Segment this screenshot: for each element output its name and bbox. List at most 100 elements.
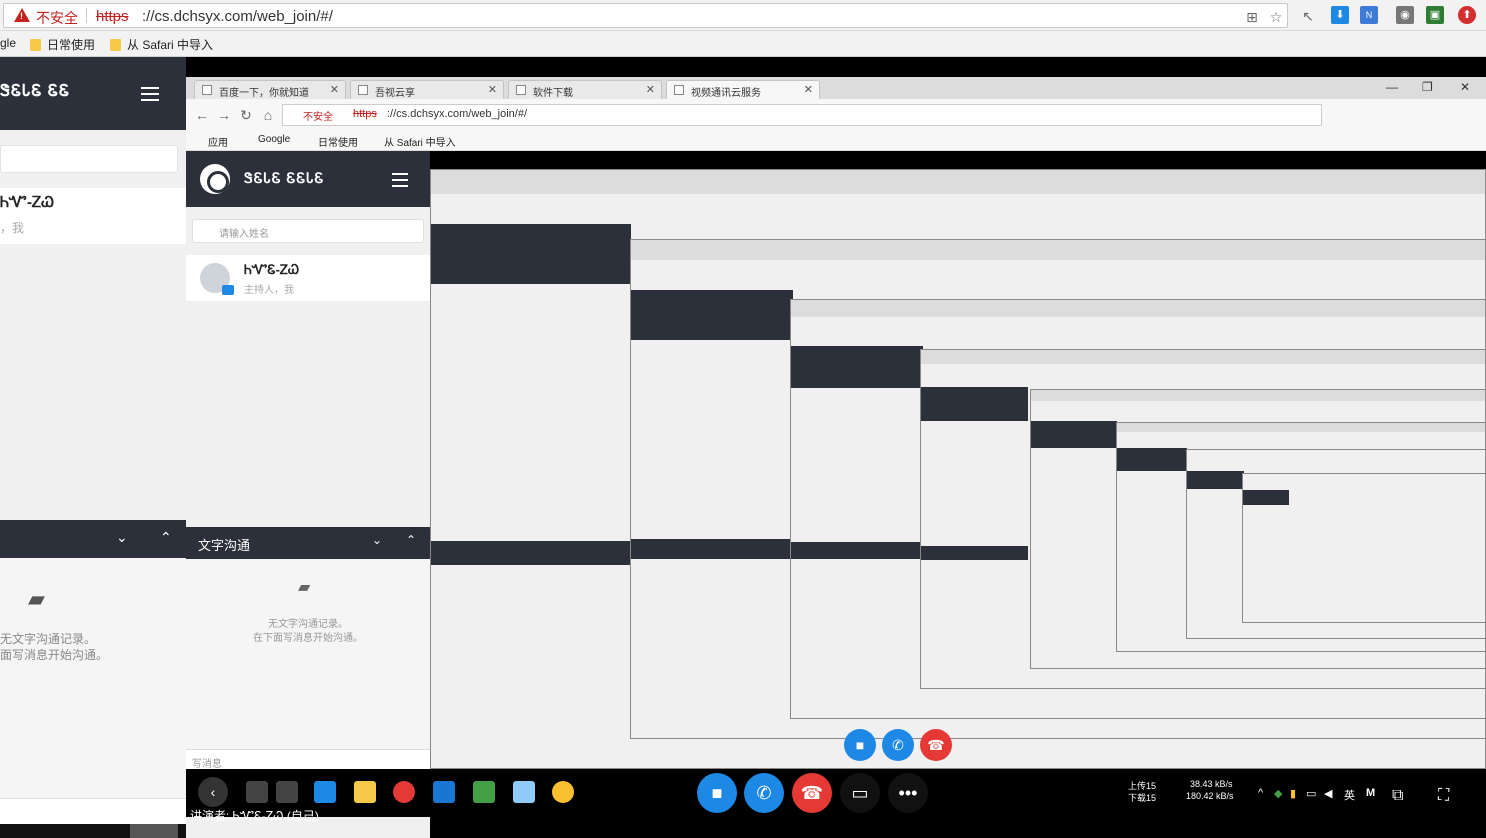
- url-path: ://cs.dchsyx.com/web_join/#/: [142, 8, 333, 25]
- bookmark-google[interactable]: gle: [0, 36, 16, 50]
- message-input[interactable]: 写消息: [186, 749, 430, 771]
- participant-sidebar: ᏕᏋᏓᏋ ᏋᏋ ᏂᏉ-ᏃᏇ ，我 ⌄ ⌃ ▰ 无文字沟通记录。 面写消息开始沟通…: [0, 57, 186, 838]
- tab-software[interactable]: 软件下载 ✕: [508, 80, 662, 99]
- tray-display-icon[interactable]: ▭: [1306, 787, 1316, 800]
- minimize-icon[interactable]: —: [1386, 80, 1398, 94]
- sidebar-header: ᏕᏋᏓᏋ ᏋᏋ: [0, 57, 186, 130]
- speaker-label: 讲演者: ᏂᏉᏋ-ᏃᏇ (自己): [190, 809, 319, 823]
- ime-mode[interactable]: M: [1366, 787, 1375, 799]
- download-icon[interactable]: ⬇: [1331, 6, 1349, 24]
- cortana-icon[interactable]: [246, 781, 268, 803]
- search-input[interactable]: 请输入姓名: [192, 219, 424, 243]
- nested-header: [1187, 470, 1244, 490]
- close-icon[interactable]: ✕: [804, 83, 813, 96]
- menu-icon[interactable]: [392, 173, 408, 187]
- reload-icon[interactable]: ↻: [238, 107, 254, 123]
- bookmark-label[interactable]: 从 Safari 中导入: [384, 134, 456, 149]
- more-button[interactable]: •••: [888, 773, 928, 813]
- url-path: ://cs.dchsyx.com/web_join/#/: [387, 108, 528, 120]
- hangup-button[interactable]: ☎: [792, 773, 832, 813]
- bookmark-label: 从 Safari 中导入: [127, 38, 214, 52]
- url-field[interactable]: 不安全 https ://cs.dchsyx.com/web_join/#/ ⊞…: [3, 3, 1288, 28]
- divider: [86, 8, 87, 23]
- folder-icon: [110, 38, 121, 51]
- participant-role: 主持人，我: [244, 285, 294, 296]
- search-input[interactable]: [0, 145, 178, 173]
- task-view-icon[interactable]: [276, 781, 298, 803]
- net-down-value: 180.42 kB/s: [1186, 791, 1234, 801]
- update-icon[interactable]: ⬆: [1458, 6, 1476, 24]
- nested-header: [1031, 420, 1118, 449]
- chat-empty-text: 无文字沟通记录。: [0, 632, 97, 646]
- chevron-up-icon[interactable]: ⌃: [406, 533, 416, 547]
- chat-panel: ▰ 无文字沟通记录。 在下面写消息开始沟通。: [186, 559, 430, 749]
- screen-share-button[interactable]: ▭: [840, 773, 880, 813]
- folder-icon: [30, 38, 41, 51]
- meeting-toolbar: ‹ ■ ✆ ☎ ▭ ••• 上传15 下载15 38.43 kB/s 180.4…: [186, 769, 1486, 817]
- page-icon: [516, 85, 526, 95]
- bottom-tab: [130, 824, 178, 838]
- chrome-icon[interactable]: [393, 781, 415, 803]
- participant-item[interactable]: ᏂᏉᏋ-ᏃᏇ 主持人，我: [186, 255, 430, 301]
- participant-item[interactable]: ᏂᏉ-ᏃᏇ ，我: [0, 188, 186, 244]
- extension-icon[interactable]: ▣: [1426, 6, 1444, 24]
- tray-app-icon[interactable]: ▮: [1290, 787, 1296, 800]
- chevron-down-icon[interactable]: ⌄: [372, 533, 382, 547]
- app-icon[interactable]: [473, 781, 495, 803]
- nested-header: [1243, 490, 1289, 506]
- participant-role: ，我: [0, 221, 25, 235]
- close-window-icon[interactable]: ✕: [1460, 80, 1470, 94]
- edge-icon[interactable]: [314, 781, 336, 803]
- ime-label[interactable]: 英: [1344, 787, 1355, 803]
- bottom-strip: [0, 824, 186, 838]
- star-icon[interactable]: ☆: [1268, 9, 1284, 25]
- tab-wushi[interactable]: 吾视云享 ✕: [350, 80, 504, 99]
- file-explorer-icon[interactable]: [354, 781, 376, 803]
- cursor-icon[interactable]: ↖: [1300, 8, 1316, 24]
- nested-chat-bar: [921, 546, 1029, 560]
- notes-icon[interactable]: [513, 781, 535, 803]
- menu-icon[interactable]: [141, 87, 159, 101]
- shield-icon[interactable]: ◆: [1274, 787, 1282, 800]
- nested-chat-bar: [631, 538, 794, 559]
- bookmark-label[interactable]: Google: [258, 134, 290, 145]
- volume-icon[interactable]: ◀: [1324, 787, 1332, 800]
- chat-icon: ▰: [28, 586, 45, 611]
- back-icon[interactable]: ←: [194, 107, 210, 123]
- bookmark-label[interactable]: 日常使用: [318, 134, 358, 149]
- tray-up-icon[interactable]: ^: [1258, 787, 1263, 799]
- phone-button[interactable]: ✆: [744, 773, 784, 813]
- message-input[interactable]: [0, 798, 186, 824]
- insecure-label: 不安全: [303, 112, 333, 123]
- ie-icon[interactable]: [433, 781, 455, 803]
- nested-header: [791, 345, 923, 388]
- close-icon[interactable]: ✕: [488, 83, 497, 96]
- popout-icon[interactable]: ⧉: [1392, 787, 1403, 805]
- tab-video-service[interactable]: 视频通讯云服务 ✕: [666, 80, 820, 99]
- camera-icon[interactable]: ◉: [1396, 6, 1414, 24]
- paint-icon[interactable]: [552, 781, 574, 803]
- chevron-down-icon[interactable]: ⌄: [116, 529, 128, 546]
- close-icon[interactable]: ✕: [330, 83, 339, 96]
- page-icon: [358, 85, 368, 95]
- tab-baidu[interactable]: 百度一下，你就知道 ✕: [194, 80, 346, 99]
- translate-icon[interactable]: ⊞: [1244, 9, 1260, 25]
- camera-button[interactable]: ■: [697, 773, 737, 813]
- forward-icon[interactable]: →: [216, 107, 232, 123]
- shared-screen: 百度一下，你就知道 ✕ 吾视云享 ✕ 软件下载 ✕ 视频通讯云服务 ✕ — ❐ …: [186, 77, 1486, 838]
- close-icon[interactable]: ✕: [646, 83, 655, 96]
- home-icon[interactable]: ⌂: [260, 107, 276, 123]
- fullscreen-icon[interactable]: ⛶: [1438, 787, 1449, 805]
- bookmark-label[interactable]: 应用: [208, 134, 228, 149]
- new-extension-icon[interactable]: N: [1360, 6, 1378, 24]
- chevron-left-icon[interactable]: ‹: [198, 777, 228, 807]
- bookmarks-bar: gle 日常使用 从 Safari 中导入: [0, 31, 1486, 57]
- inner-url-field[interactable]: 不安全 https ://cs.dchsyx.com/web_join/#/: [282, 104, 1322, 126]
- url-protocol: https: [353, 108, 377, 120]
- chat-empty-text: 无文字沟通记录。: [268, 619, 348, 630]
- bookmark-safari[interactable]: 从 Safari 中导入: [110, 36, 213, 53]
- restore-icon[interactable]: ❐: [1422, 80, 1433, 94]
- chevron-up-icon[interactable]: ⌃: [160, 529, 172, 546]
- avatar: [200, 263, 234, 295]
- bookmark-daily[interactable]: 日常使用: [30, 36, 95, 53]
